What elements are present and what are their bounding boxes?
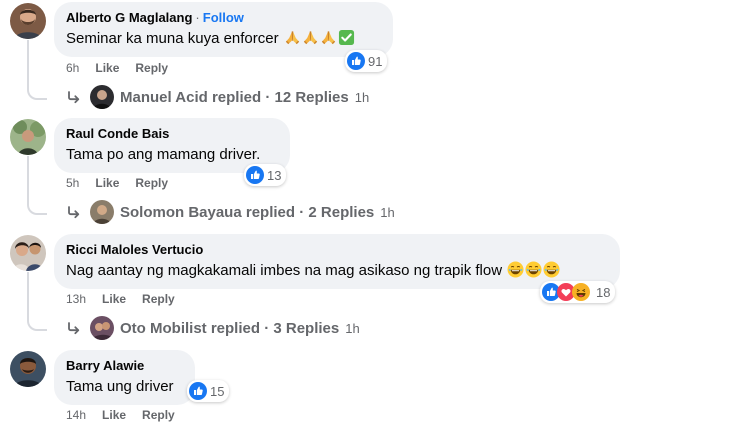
reaction-summary[interactable]: 13 (244, 164, 287, 186)
reply-arrow-icon (66, 204, 82, 220)
reply-button[interactable]: Reply (135, 176, 168, 190)
reaction-count: 13 (267, 167, 282, 183)
laughing-emoji (543, 261, 560, 278)
avatar-image (10, 235, 46, 271)
comment-actions: 13h Like Reply (66, 292, 175, 306)
replied-label: replied (210, 319, 261, 337)
thread-connector (27, 272, 47, 331)
comment-actions: 14h Like Reply (66, 408, 175, 422)
comment-author[interactable]: Raul Conde Bais (66, 126, 169, 141)
comment-text-line: Seminar ka muna kuya enforcer (66, 29, 381, 49)
avatar-image (10, 3, 46, 39)
comment-bubble: Alberto G Maglalang · Follow Seminar ka mu… (54, 2, 393, 57)
dot-separator: · (264, 319, 270, 337)
replies-count: 2 Replies (308, 203, 375, 221)
comment-timestamp[interactable]: 14h (66, 408, 86, 422)
comment-timestamp[interactable]: 6h (66, 61, 79, 75)
reaction-summary[interactable]: 15 (187, 380, 230, 402)
dot-separator: · (299, 203, 305, 221)
reaction-summary[interactable]: 18 (540, 281, 616, 303)
comment-bubble: Barry Alawie Tama ung driver (54, 350, 195, 405)
comment-text: Seminar ka muna kuya enforcer (66, 30, 279, 47)
reaction-count: 91 (368, 53, 383, 69)
comment-author[interactable]: Alberto G Maglalang (66, 10, 192, 25)
replied-label: replied (245, 203, 296, 221)
avatar[interactable] (10, 3, 46, 39)
reply-button[interactable]: Reply (135, 61, 168, 75)
replier-avatar (90, 316, 114, 340)
check-mark-button-emoji (338, 29, 355, 46)
replies-timestamp: 1h (345, 320, 360, 336)
folded-hands-emoji (302, 29, 319, 46)
avatar-image (10, 351, 46, 387)
comment-bubble: Ricci Maloles Vertucio Nag aantay ng mag… (54, 234, 620, 289)
avatar-image (10, 119, 46, 155)
reply-arrow-icon (66, 89, 82, 105)
like-reaction-icon (347, 52, 365, 70)
laughing-emoji (507, 261, 524, 278)
reply-button[interactable]: Reply (142, 292, 175, 306)
thread-connector (27, 40, 47, 100)
haha-reaction-icon (572, 283, 590, 301)
comment-text: Nag aantay ng magkakamali imbes na mag a… (66, 262, 503, 279)
comment-text: Tama po ang mamang driver. (66, 146, 261, 163)
dot-separator: · (265, 88, 271, 106)
replies-count: 3 Replies (273, 319, 340, 337)
like-button[interactable]: Like (95, 61, 119, 75)
reply-arrow-icon (66, 320, 82, 336)
replier-name: Solomon Bayaua (120, 203, 242, 221)
replier-name: Manuel Acid (120, 88, 208, 106)
replier-avatar (90, 200, 114, 224)
reaction-count: 15 (210, 383, 225, 399)
replier-avatar (90, 85, 114, 109)
folded-hands-emoji (320, 29, 337, 46)
like-reaction-icon (189, 382, 207, 400)
view-replies-link[interactable]: Solomon Bayaua replied · 2 Replies 1h (66, 200, 395, 224)
like-button[interactable]: Like (95, 176, 119, 190)
like-button[interactable]: Like (102, 408, 126, 422)
comment-actions: 6h Like Reply (66, 61, 168, 75)
comment-timestamp[interactable]: 13h (66, 292, 86, 306)
folded-hands-emoji (284, 29, 301, 46)
comment-author[interactable]: Barry Alawie (66, 358, 144, 373)
replies-timestamp: 1h (354, 89, 370, 105)
laughing-emoji (525, 261, 542, 278)
replies-timestamp: 1h (380, 204, 395, 220)
comment-actions: 5h Like Reply (66, 176, 168, 190)
comment-timestamp[interactable]: 5h (66, 176, 79, 190)
avatar[interactable] (10, 351, 46, 387)
reaction-count: 18 (596, 284, 611, 300)
replied-label: replied (211, 88, 262, 106)
replier-name: Oto Mobilist (120, 319, 207, 337)
thread-connector (27, 156, 47, 215)
comment-text: Tama ung driver (66, 378, 174, 395)
reaction-summary[interactable]: 91 (345, 50, 388, 72)
separator-dot: · (195, 10, 200, 25)
comment-author[interactable]: Ricci Maloles Vertucio (66, 242, 203, 257)
like-button[interactable]: Like (102, 292, 126, 306)
avatar[interactable] (10, 119, 46, 155)
comment-author-line: Alberto G Maglalang · Follow (66, 10, 381, 26)
view-replies-link[interactable]: Manuel Acid replied · 12 Replies 1h (66, 85, 369, 109)
like-reaction-icon (246, 166, 264, 184)
avatar[interactable] (10, 235, 46, 271)
view-replies-link[interactable]: Oto Mobilist replied · 3 Replies 1h (66, 316, 360, 340)
follow-button[interactable]: Follow (203, 10, 244, 25)
reply-button[interactable]: Reply (142, 408, 175, 422)
replies-count: 12 Replies (274, 88, 349, 106)
